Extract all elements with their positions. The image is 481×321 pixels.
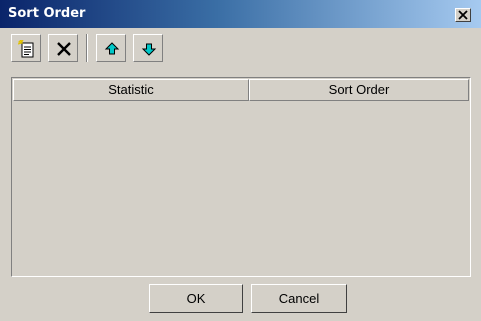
window-title: Sort Order <box>8 6 86 21</box>
table-body[interactable] <box>13 102 469 275</box>
toolbar <box>0 28 481 72</box>
arrow-up-icon <box>104 42 120 55</box>
arrow-down-icon <box>141 43 157 56</box>
toolbar-separator <box>86 34 88 62</box>
table-header: Statistic Sort Order <box>13 79 469 101</box>
delete-button[interactable] <box>48 34 78 62</box>
new-document-icon <box>18 40 34 58</box>
close-icon <box>458 10 468 20</box>
sort-order-table: Statistic Sort Order <box>11 77 471 277</box>
close-button[interactable] <box>455 8 471 22</box>
delete-x-icon <box>57 42 71 56</box>
column-header-sort-order[interactable]: Sort Order <box>249 79 469 101</box>
sort-order-dialog: Sort Order Statistic Sort Order OK Cance… <box>0 0 481 321</box>
move-up-button[interactable] <box>96 34 126 62</box>
cancel-button[interactable]: Cancel <box>251 284 347 313</box>
ok-button[interactable]: OK <box>149 284 243 313</box>
title-bar[interactable]: Sort Order <box>0 0 481 28</box>
move-down-button[interactable] <box>133 34 163 62</box>
column-header-statistic[interactable]: Statistic <box>13 79 249 101</box>
new-button[interactable] <box>11 34 41 62</box>
